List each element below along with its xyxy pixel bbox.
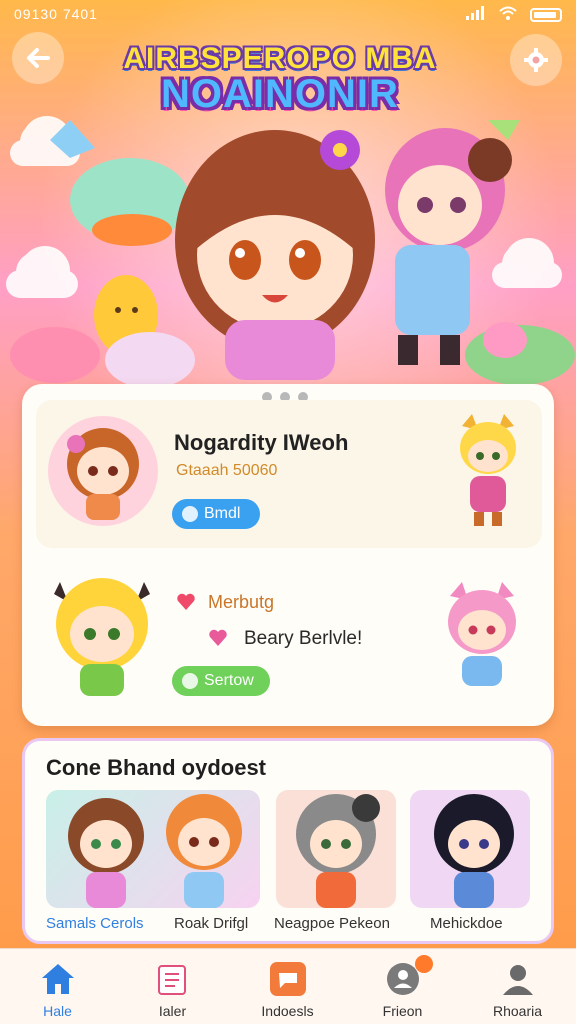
- tile-illustration: [434, 794, 514, 908]
- game-logo: AIRBSPEROPO MBA NOAINONIR: [115, 42, 445, 117]
- bottom-nav: Hale Ialer Indoesls Frieon Rhoaria: [0, 948, 576, 1024]
- nav-item-friend[interactable]: Frieon: [345, 949, 460, 1024]
- heart-icon: [209, 629, 227, 646]
- nav-item-book[interactable]: Ialer: [115, 949, 230, 1024]
- tile-illustration: [296, 794, 380, 908]
- home-icon: [38, 959, 78, 999]
- featured-subtitle: Gtaaah 50060: [176, 462, 278, 479]
- nav-item-home[interactable]: Hale: [0, 949, 115, 1024]
- settings-button[interactable]: [510, 34, 562, 86]
- collection-tile[interactable]: [410, 790, 530, 908]
- match-label: Merbutg: [208, 592, 275, 612]
- match-value: Beary Berlvle!: [244, 628, 363, 649]
- blonde-character-illustration: [54, 578, 150, 696]
- wifi-icon: [498, 6, 518, 23]
- collection-tile[interactable]: [46, 790, 260, 908]
- app-screen: 09130 7401 AIRBSPEROPO MBA NOAINONIR Nog…: [0, 0, 576, 1024]
- logo-line-2: NOAINONIR: [161, 72, 399, 116]
- pill-icon: [182, 506, 198, 522]
- collection-tile[interactable]: [276, 790, 396, 908]
- hero-illustration: [10, 100, 575, 388]
- nav-label: Rhoaria: [492, 1003, 543, 1019]
- signal-icon: [466, 6, 486, 23]
- featured-avatar[interactable]: [48, 416, 158, 526]
- nav-item-chat[interactable]: Indoesls: [230, 949, 345, 1024]
- featured-action-button[interactable]: Bmdl: [172, 499, 260, 529]
- cat-character-illustration: [460, 414, 516, 526]
- tile-name: Samals Cerols: [46, 915, 144, 932]
- tile-illustration: [68, 794, 242, 908]
- nav-label: Frieon: [382, 1003, 423, 1019]
- status-icons: [466, 6, 562, 23]
- logo-line-1: AIRBSPEROPO MBA: [123, 42, 437, 75]
- notification-badge: [415, 955, 433, 973]
- gear-icon: [524, 48, 548, 72]
- featured-action-label: Bmdl: [204, 505, 241, 522]
- battery-icon: [530, 7, 562, 22]
- nav-label: Hale: [43, 1003, 72, 1019]
- status-time: 09130 7401: [14, 6, 98, 22]
- collection-title: Cone Bhand oydoest: [46, 755, 267, 780]
- status-bar: 09130 7401: [0, 0, 576, 30]
- profile-icon: [498, 959, 538, 999]
- match-action-button[interactable]: Sertow: [172, 666, 270, 696]
- featured-title: Nogardity IWeoh: [174, 430, 349, 455]
- pill-icon: [182, 673, 198, 689]
- book-icon: [153, 959, 193, 999]
- pink-cat-character-illustration: [448, 582, 516, 686]
- nav-label: Ialer: [158, 1003, 187, 1019]
- nav-item-profile[interactable]: Rhoaria: [460, 949, 575, 1024]
- heart-icon: [177, 593, 195, 610]
- chibi-avatar: [67, 428, 139, 520]
- nav-label: Indoesls: [261, 1003, 314, 1019]
- arrow-left-icon: [27, 48, 50, 68]
- back-button[interactable]: [12, 32, 64, 84]
- chat-icon: [268, 959, 308, 999]
- tile-name: Neagpoe Pekeon: [274, 915, 390, 932]
- hero-banner[interactable]: [0, 100, 576, 390]
- tile-name: Roak Drifgl: [174, 915, 249, 932]
- tile-name: Mehickdoe: [430, 915, 503, 932]
- match-action-label: Sertow: [204, 672, 254, 689]
